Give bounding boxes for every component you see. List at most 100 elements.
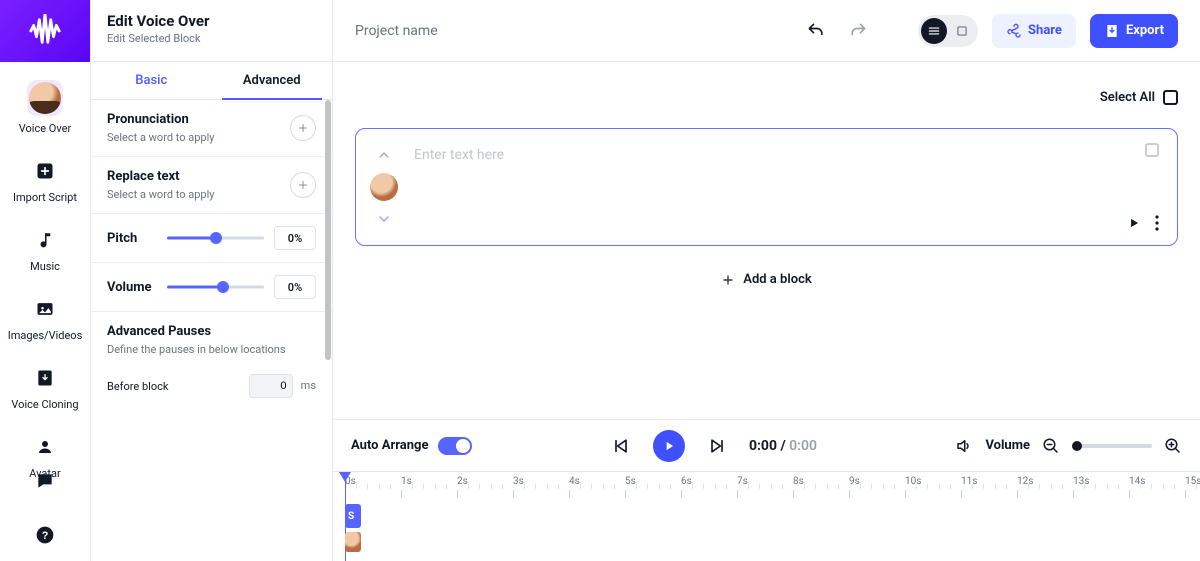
sidebar-item-import-script[interactable]: Import Script — [13, 157, 77, 204]
zoom-in-button[interactable] — [1164, 437, 1182, 455]
ruler-tick: 2s — [457, 476, 468, 487]
plus-icon — [721, 273, 735, 287]
scrollbar-thumb[interactable] — [325, 100, 331, 360]
svg-text:?: ? — [42, 530, 49, 542]
ruler-tick: 14s — [1129, 476, 1145, 487]
redo-icon — [848, 21, 868, 41]
block-move-up[interactable] — [376, 147, 392, 163]
section-title: Advanced Pauses — [107, 324, 316, 339]
block-more-button[interactable] — [1155, 215, 1159, 231]
auto-arrange-toggle[interactable] — [438, 437, 472, 455]
play-icon — [1127, 216, 1141, 230]
tab-basic[interactable]: Basic — [91, 62, 212, 99]
skip-back-button[interactable] — [611, 436, 631, 456]
checkbox-icon — [1163, 90, 1178, 105]
section-pronunciation: Pronunciation Select a word to apply — [91, 100, 332, 157]
play-icon — [662, 439, 676, 453]
section-subtitle: Define the pauses in below locations — [107, 343, 316, 356]
chevron-down-icon — [376, 211, 392, 227]
sidebar-item-label: Music — [30, 260, 60, 273]
gallery-icon — [31, 295, 59, 323]
add-pronunciation-button[interactable] — [290, 115, 316, 141]
redo-button[interactable] — [844, 17, 872, 45]
plus-square-icon — [31, 157, 59, 185]
card-icon — [955, 24, 969, 38]
help-icon: ? — [31, 521, 59, 549]
tab-advanced[interactable]: Advanced — [212, 62, 333, 99]
block-play-button[interactable] — [1127, 216, 1141, 230]
ruler-tick: 11s — [961, 476, 977, 487]
undo-icon — [806, 21, 826, 41]
play-button[interactable] — [653, 430, 685, 462]
sidebar-item-voice-cloning[interactable]: Voice Cloning — [11, 364, 78, 411]
ruler-tick: 6s — [681, 476, 692, 487]
waveform-icon — [28, 14, 62, 48]
pitch-value[interactable]: 0% — [274, 226, 316, 250]
time-current: 0:00 — [749, 438, 777, 454]
voice-block[interactable]: Enter text here — [355, 128, 1178, 246]
sidebar-item-label: Voice Cloning — [11, 398, 78, 411]
ruler-tick: 12s — [1017, 476, 1033, 487]
sidebar-item-label: Import Script — [13, 191, 77, 204]
panel-title: Edit Voice Over — [107, 12, 316, 30]
editor-canvas: Select All Enter text here — [333, 62, 1200, 419]
before-block-input[interactable] — [249, 374, 293, 398]
share-label: Share — [1028, 23, 1062, 38]
export-icon — [1104, 23, 1120, 39]
block-text-input[interactable]: Enter text here — [408, 143, 1105, 231]
pause-label: Before block — [107, 380, 168, 393]
pitch-slider[interactable] — [167, 228, 264, 248]
zoom-slider[interactable] — [1072, 444, 1152, 448]
auto-arrange-label: Auto Arrange — [351, 438, 428, 453]
add-block-label: Add a block — [743, 272, 811, 287]
sidebar-item-chat[interactable] — [31, 467, 59, 495]
sidebar-item-music[interactable]: Music — [30, 226, 60, 273]
volume-icon-button[interactable] — [955, 437, 973, 455]
block-select-checkbox[interactable] — [1145, 143, 1159, 157]
export-button[interactable]: Export — [1090, 14, 1178, 48]
ruler-tick: 15s — [1185, 476, 1200, 487]
sidebar-item-images-videos[interactable]: Images/Videos — [8, 295, 83, 342]
panel-header: Edit Voice Over Edit Selected Block — [91, 0, 332, 62]
ruler-tick: 5s — [625, 476, 636, 487]
project-name-input[interactable]: Project name — [355, 23, 788, 39]
view-mode-b[interactable] — [949, 18, 975, 44]
block-voice-avatar[interactable] — [370, 173, 398, 201]
kebab-icon — [1155, 215, 1159, 231]
ruler-tick: 4s — [569, 476, 580, 487]
timeline-clip-avatar[interactable] — [345, 532, 361, 552]
unit-label: ms — [301, 379, 316, 392]
settings-panel: Edit Voice Over Edit Selected Block Basi… — [90, 0, 333, 561]
timeline-clip[interactable]: S — [345, 504, 361, 528]
ruler-tick: 10s — [905, 476, 921, 487]
undo-button[interactable] — [802, 17, 830, 45]
transport-bar: Auto Arrange 0:00 / 0:00 Volume — [333, 419, 1200, 471]
zoom-out-button[interactable] — [1042, 437, 1060, 455]
ruler-tick: 3s — [513, 476, 524, 487]
section-replace-text: Replace text Select a word to apply — [91, 157, 332, 214]
block-move-down[interactable] — [376, 211, 392, 227]
section-title: Pronunciation — [107, 112, 214, 127]
add-block-button[interactable]: Add a block — [705, 264, 827, 295]
chat-icon — [31, 467, 59, 495]
select-all-label: Select All — [1100, 90, 1155, 105]
sidebar-item-voice-over[interactable]: Voice Over — [19, 80, 71, 135]
panel-tabs: Basic Advanced — [91, 62, 332, 100]
timeline[interactable]: 0s1s2s3s4s5s6s7s8s9s10s11s12s13s14s15s16… — [333, 471, 1200, 561]
app-logo[interactable] — [0, 0, 90, 62]
slider-label: Pitch — [107, 231, 157, 246]
add-replace-button[interactable] — [290, 172, 316, 198]
section-volume: Volume 0% — [91, 263, 332, 312]
volume-value[interactable]: 0% — [274, 275, 316, 299]
sidebar-item-help[interactable]: ? — [31, 521, 59, 549]
topbar: Project name Share Export — [333, 0, 1200, 62]
select-all-toggle[interactable]: Select All — [1100, 90, 1178, 105]
skip-forward-button[interactable] — [707, 436, 727, 456]
volume-label: Volume — [985, 438, 1030, 453]
view-mode-toggle[interactable] — [918, 15, 978, 47]
volume-slider[interactable] — [167, 277, 264, 297]
share-button[interactable]: Share — [992, 14, 1076, 48]
slider-label: Volume — [107, 280, 157, 295]
view-mode-a[interactable] — [921, 18, 947, 44]
ruler-tick: 8s — [793, 476, 804, 487]
